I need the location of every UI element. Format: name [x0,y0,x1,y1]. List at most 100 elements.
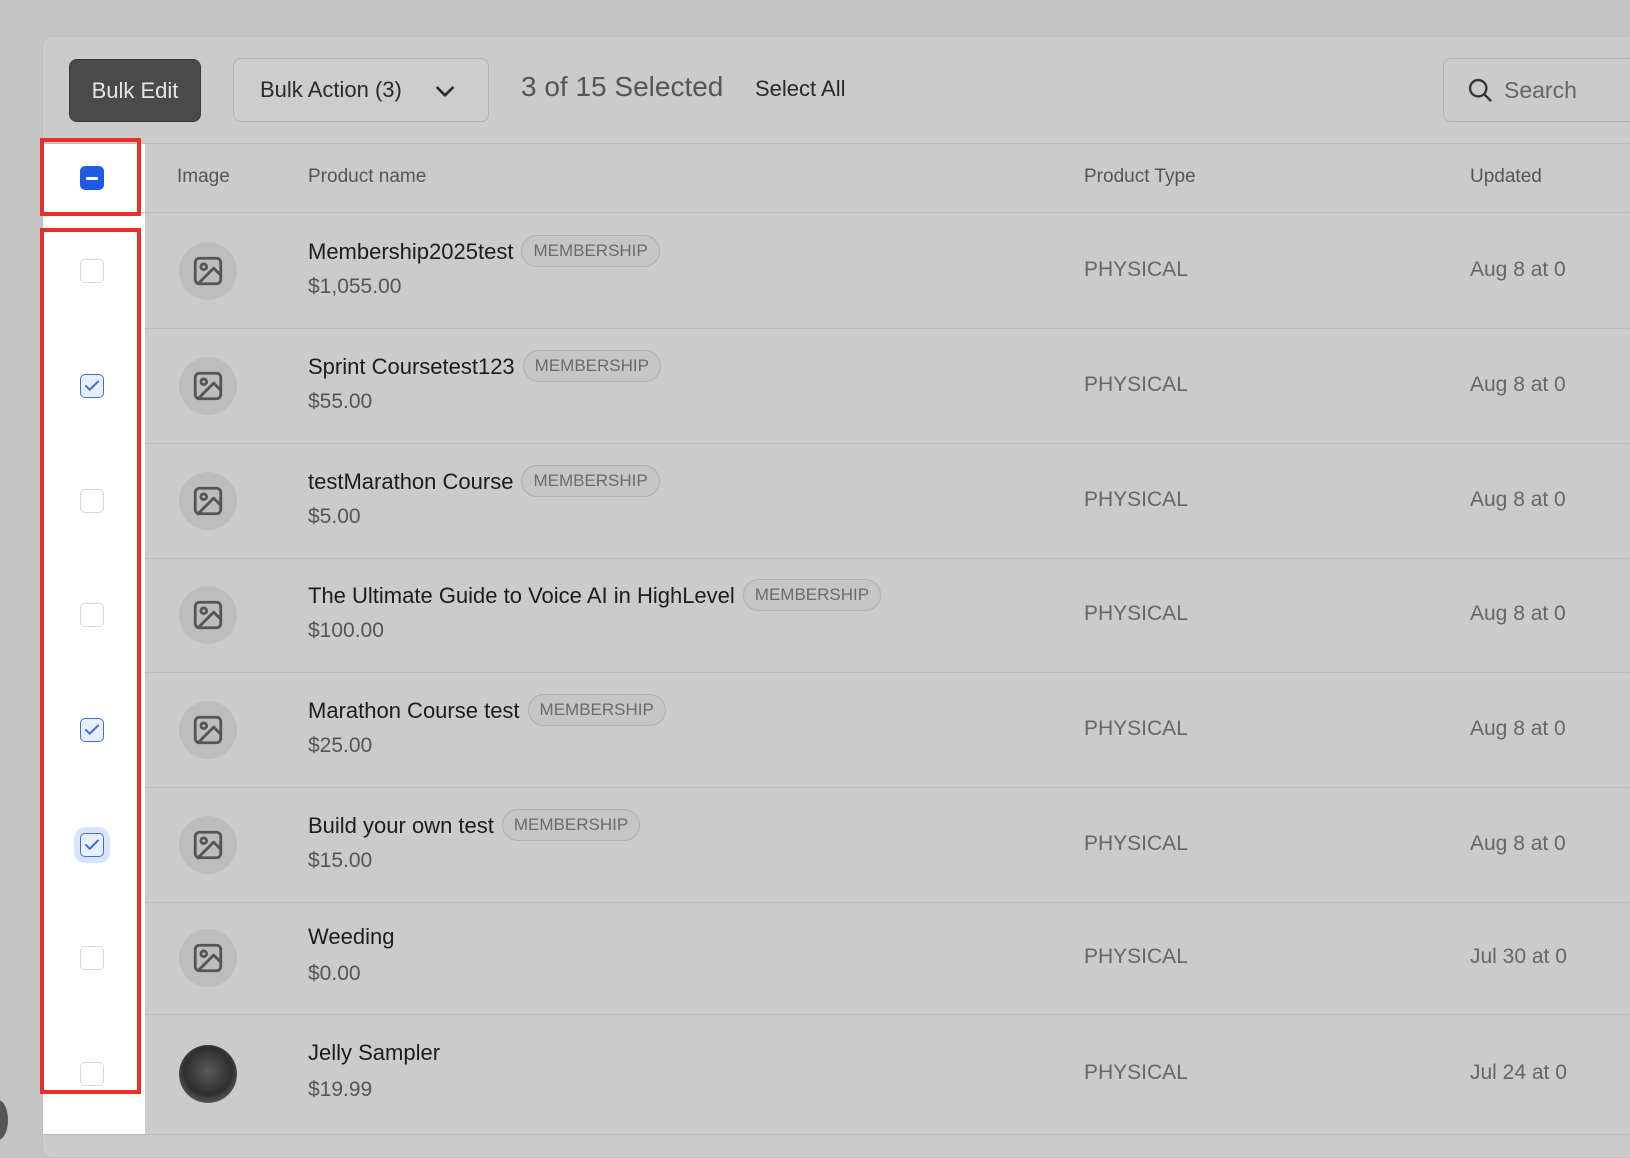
product-price: $1,055.00 [308,274,402,298]
product-price: $0.00 [308,962,361,985]
product-image [179,815,237,874]
product-type: PHYSICAL [1084,831,1188,855]
product-badge: MEMBERSHIP [742,579,882,611]
row-checkbox-cell [43,443,145,558]
product-price: $100.00 [308,619,384,642]
search-icon [1468,78,1492,102]
image-placeholder-icon [193,830,223,859]
product-name[interactable]: Marathon Course test MEMBERSHIP [308,693,666,728]
table-row[interactable]: Build your own test MEMBERSHIP $15.00 PHYSI… [43,787,1630,903]
product-name-text: testMarathon Course [308,468,514,494]
product-price: $15.00 [308,848,373,872]
product-image [179,1045,237,1103]
selection-count: 3 of 15 Selected [521,71,724,102]
product-name-text: Build your own test [308,812,494,838]
updated-date: Jul 24 at 0 [1470,1061,1567,1084]
row-checkbox[interactable] [80,832,104,857]
toolbar: Bulk Edit Bulk Action (3) 3 of 15 Select… [43,37,1630,144]
product-badge: MEMBERSHIP [527,693,666,726]
product-type: PHYSICAL [1084,602,1188,625]
row-checkbox[interactable] [80,717,104,742]
row-checkbox[interactable] [80,946,104,970]
product-type: PHYSICAL [1084,1061,1188,1084]
row-checkbox[interactable] [80,373,104,398]
product-price: $5.00 [308,504,361,528]
updated-date: Aug 8 at 0 [1470,487,1566,511]
table-row[interactable]: testMarathon Course MEMBERSHIP $5.00 PHYSIC… [43,443,1630,559]
select-all-link[interactable]: Select All [755,76,846,102]
image-placeholder-icon [193,600,223,630]
product-type: PHYSICAL [1084,487,1188,511]
product-name[interactable]: Jelly Sampler [308,1040,440,1066]
image-placeholder-icon [193,486,223,515]
row-checkbox[interactable] [80,488,104,513]
product-name-text: Sprint Coursetest123 [308,353,515,379]
product-badge: MEMBERSHIP [501,808,641,841]
edge-handle [0,1100,8,1140]
product-type: PHYSICAL [1084,372,1188,396]
image-placeholder-icon [193,371,223,400]
column-header-product-type[interactable]: Product Type [1084,166,1196,188]
product-name[interactable]: testMarathon Course MEMBERSHIP [308,464,660,499]
image-placeholder-icon [193,943,223,973]
chevron-down-icon [436,86,454,97]
product-badge: MEMBERSHIP [521,234,660,267]
table-row[interactable]: Jelly Sampler $19.99 PHYSICAL Jul 24 at 0 [43,1014,1630,1135]
product-name-text: The Ultimate Guide to Voice AI in HighLe… [308,582,735,608]
row-checkbox-cell [43,328,145,443]
product-name[interactable]: Membership2025test MEMBERSHIP [308,234,660,269]
table-header: Image Product name Product Type Updated [43,144,1630,213]
header-checkbox-cell [43,144,145,212]
bulk-action-dropdown[interactable]: Bulk Action (3) [233,58,489,122]
table-row[interactable]: Membership2025test MEMBERSHIP $1,055.00 PHY… [43,213,1630,329]
table-row[interactable]: Marathon Course test MEMBERSHIP $25.00 PHYS… [43,672,1630,788]
table-row[interactable]: Weeding $0.00 PHYSICAL Jul 30 at 0 [43,902,1630,1015]
updated-date: Aug 8 at 0 [1470,257,1566,281]
row-checkbox-cell [43,213,145,328]
search-placeholder: Search [1504,76,1577,103]
updated-date: Jul 30 at 0 [1470,945,1567,968]
product-name[interactable]: Weeding [308,924,394,950]
select-all-checkbox[interactable] [80,166,104,190]
product-type: PHYSICAL [1084,716,1188,740]
bulk-edit-button[interactable]: Bulk Edit [69,59,201,122]
product-image [179,929,237,987]
product-name[interactable]: Sprint Coursetest123 MEMBERSHIP [308,349,661,384]
product-price: $55.00 [308,389,373,413]
column-header-image[interactable]: Image [177,166,230,188]
search-input[interactable]: Search [1443,58,1630,122]
product-badge: MEMBERSHIP [521,464,660,497]
product-name-text: Membership2025test [308,238,514,264]
row-checkbox-cell [43,902,145,1014]
row-checkbox-cell [43,787,145,902]
row-checkbox[interactable] [80,1062,104,1086]
products-table-card: Bulk Edit Bulk Action (3) 3 of 15 Select… [42,36,1630,1158]
product-image [179,586,237,644]
row-checkbox-cell [43,558,145,672]
row-checkbox-cell [43,672,145,787]
image-placeholder-icon [193,256,223,285]
updated-date: Aug 8 at 0 [1470,831,1566,855]
product-name-text: Marathon Course test [308,697,520,723]
product-image [179,241,237,300]
product-name[interactable]: The Ultimate Guide to Voice AI in HighLe… [308,579,882,613]
product-image [179,471,237,530]
product-name-text: Weeding [308,924,395,949]
table-row[interactable]: The Ultimate Guide to Voice AI in HighLe… [43,558,1630,673]
product-type: PHYSICAL [1084,257,1188,281]
column-header-updated[interactable]: Updated [1470,166,1542,188]
row-checkbox-cell [43,1014,145,1134]
image-placeholder-icon [193,715,223,744]
product-image [179,356,237,415]
updated-date: Aug 8 at 0 [1470,716,1566,740]
product-price: $25.00 [308,733,373,757]
table-row[interactable]: Sprint Coursetest123 MEMBERSHIP $55.00 PHYS… [43,328,1630,444]
product-badge: MEMBERSHIP [522,349,661,382]
row-checkbox[interactable] [80,603,104,627]
product-price: $19.99 [308,1078,373,1101]
product-type: PHYSICAL [1084,945,1188,968]
column-header-product-name[interactable]: Product name [308,166,426,188]
updated-date: Aug 8 at 0 [1470,602,1566,625]
product-name[interactable]: Build your own test MEMBERSHIP [308,808,641,843]
row-checkbox[interactable] [80,258,104,283]
